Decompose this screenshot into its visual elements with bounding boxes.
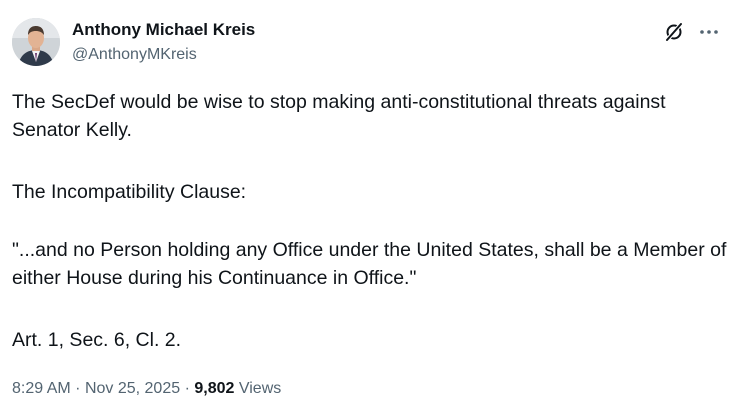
tweet-text-paragraph-3: "...and no Person holding any Office und… (12, 239, 727, 289)
grok-icon (665, 22, 683, 42)
grok-button[interactable] (662, 20, 686, 44)
meta-separator: · (75, 380, 81, 397)
tweet-text-paragraph-4: Art. 1, Sec. 6, Cl. 2. (12, 329, 182, 351)
avatar[interactable] (12, 18, 60, 66)
tweet-metadata: 8:29 AM · Nov 25, 2025 · 9,802 Views (12, 378, 281, 400)
views-label: Views (238, 380, 282, 397)
more-icon (700, 30, 718, 34)
tweet-card: Anthony Michael Kreis @AnthonyMKreis The… (0, 0, 739, 420)
avatar-image (12, 18, 60, 66)
tweet-time[interactable]: 8:29 AM (12, 380, 71, 397)
views-count: 9,802 (194, 380, 235, 397)
more-options-button[interactable] (697, 20, 721, 44)
tweet-date[interactable]: Nov 25, 2025 (85, 380, 180, 397)
author-display-name[interactable]: Anthony Michael Kreis (72, 20, 255, 40)
tweet-text-paragraph-1: The SecDef would be wise to stop making … (12, 91, 666, 141)
meta-separator: · (184, 380, 190, 397)
author-handle[interactable]: @AnthonyMKreis (72, 45, 197, 65)
tweet-text-paragraph-2: The Incompatibility Clause: (12, 181, 247, 203)
